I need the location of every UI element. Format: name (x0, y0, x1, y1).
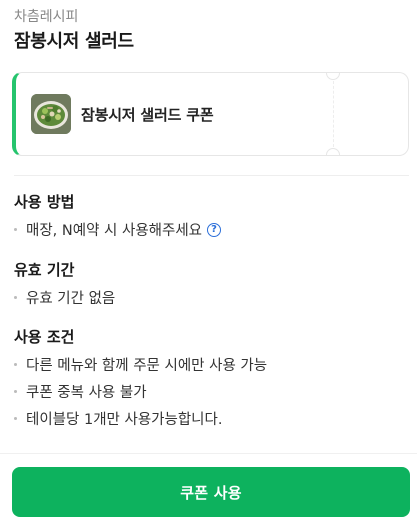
use-coupon-button[interactable]: 쿠폰 사용 (12, 467, 410, 517)
divider (14, 175, 409, 176)
validity-item-text: 유효 기간 없음 (26, 291, 116, 307)
store-name: 차츰레시피 (14, 9, 79, 25)
usage-item: 매장, N예약 시 사용해주세요 ? (14, 219, 222, 240)
bullet-dot (14, 228, 17, 231)
condition-item: 쿠폰 중복 사용 불가 (14, 381, 147, 402)
usage-heading: 사용 방법 (14, 193, 75, 211)
bullet-dot (14, 296, 17, 299)
bullet-dot (14, 417, 17, 420)
condition-item: 테이블당 1개만 사용가능합니다. (14, 408, 222, 429)
footer-divider (0, 453, 417, 454)
validity-item: 유효 기간 없음 (14, 287, 115, 308)
usage-item-text: 매장, N예약 시 사용해주세요 (26, 223, 203, 239)
bullet-dot (14, 390, 17, 393)
page-title: 잠봉시저 샐러드 (14, 31, 134, 52)
condition-item-text: 쿠폰 중복 사용 불가 (26, 385, 147, 401)
coupon-notch (326, 73, 340, 80)
coupon-divider (333, 81, 334, 147)
condition-item: 다른 메뉴와 함께 주문 시에만 사용 가능 (14, 354, 267, 375)
bullet-dot (14, 363, 17, 366)
coupon-name: 잠봉시저 샐러드 쿠폰 (81, 106, 214, 124)
condition-item-text: 테이블당 1개만 사용가능합니다. (26, 412, 223, 428)
coupon-card[interactable]: 잠봉시저 샐러드 쿠폰 (12, 72, 409, 156)
conditions-heading: 사용 조건 (14, 328, 75, 346)
coupon-detail-page: 차츰레시피 잠봉시저 샐러드 잠봉시저 샐러드 쿠폰 사용 방법 매장, N예약… (0, 0, 417, 526)
coupon-notch (326, 148, 340, 155)
condition-item-text: 다른 메뉴와 함께 주문 시에만 사용 가능 (26, 358, 268, 374)
validity-heading: 유효 기간 (14, 261, 75, 279)
salad-image (31, 94, 71, 134)
question-circle-icon[interactable]: ? (207, 222, 222, 237)
